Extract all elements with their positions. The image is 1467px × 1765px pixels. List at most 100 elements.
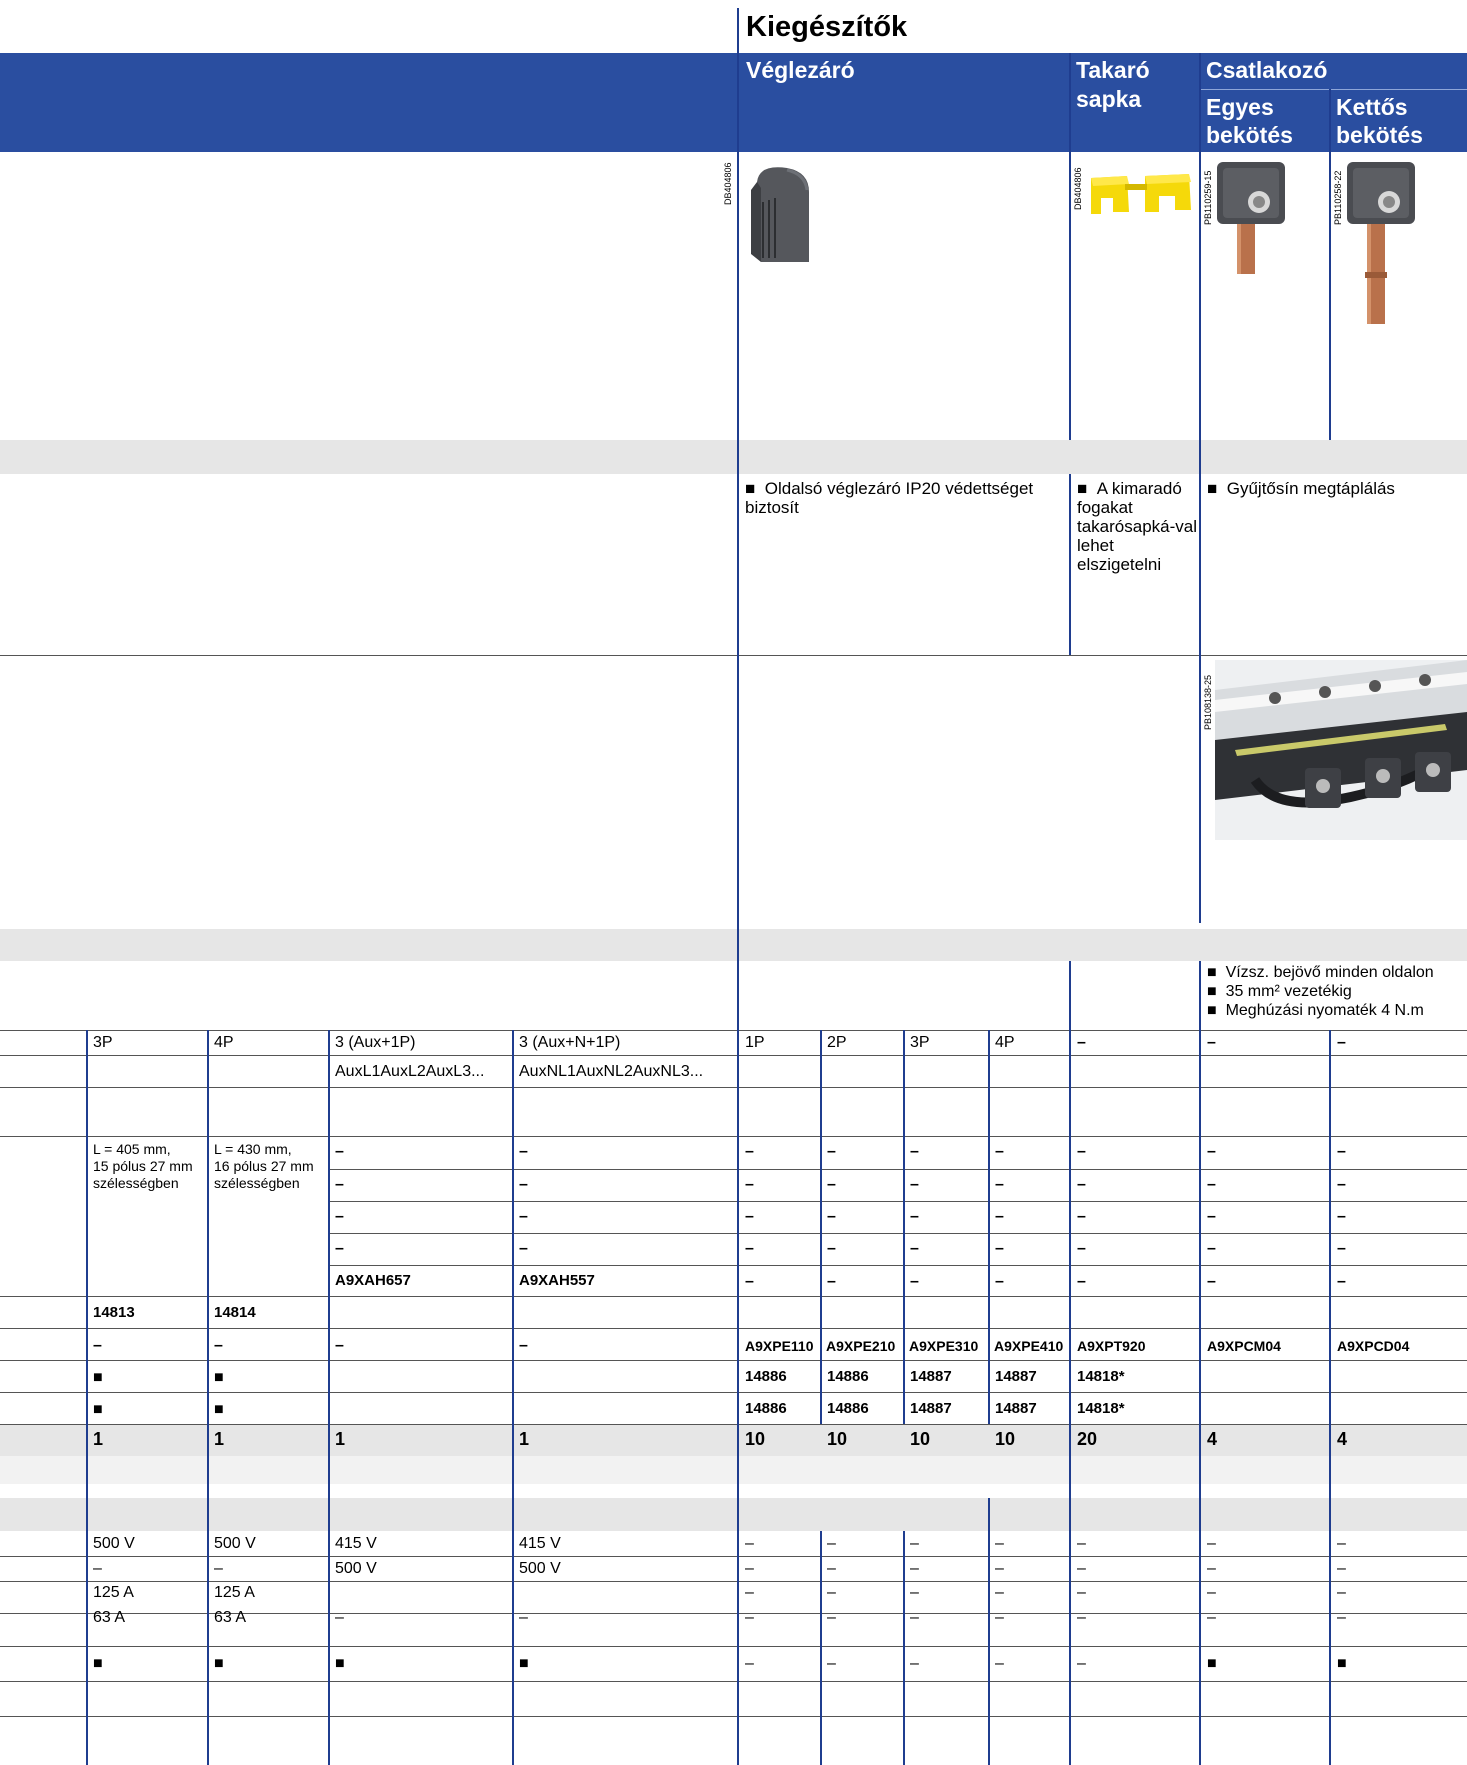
dash: – bbox=[335, 1240, 344, 1257]
dash: – bbox=[1337, 1208, 1346, 1225]
single-connector-image bbox=[1217, 162, 1285, 274]
product-code: A9XPE110 bbox=[745, 1338, 814, 1354]
conn-note-3: ■ Meghúzási nyomaték 4 N.m bbox=[1207, 1002, 1424, 1019]
dash: – bbox=[995, 1273, 1004, 1290]
column-divider bbox=[1199, 53, 1201, 923]
rule bbox=[328, 1169, 1467, 1170]
dash: – bbox=[1077, 1655, 1086, 1672]
poles-cell: 3P bbox=[910, 1034, 930, 1051]
dash: – bbox=[827, 1655, 836, 1672]
column-divider bbox=[988, 1498, 990, 1765]
dash: – bbox=[1077, 1535, 1086, 1552]
dash: – bbox=[519, 1143, 528, 1160]
column-divider bbox=[1069, 474, 1071, 655]
poles-cell: 4P bbox=[995, 1034, 1015, 1051]
aux-cell: AuxL1AuxL2AuxL3... bbox=[335, 1063, 485, 1080]
dash: – bbox=[1337, 1584, 1346, 1601]
dash: – bbox=[745, 1143, 754, 1160]
dash: – bbox=[745, 1584, 754, 1601]
bullet: ■ bbox=[1207, 479, 1218, 498]
dash: – bbox=[995, 1143, 1004, 1160]
rule bbox=[0, 1328, 1467, 1329]
dash: – bbox=[1207, 1273, 1216, 1290]
column-divider bbox=[1329, 89, 1331, 440]
ref-code: 14886 bbox=[827, 1368, 869, 1385]
dash: – bbox=[519, 1609, 528, 1626]
dash: – bbox=[910, 1560, 919, 1577]
dash: – bbox=[1207, 1560, 1216, 1577]
dash: – bbox=[745, 1535, 754, 1552]
column-divider bbox=[737, 8, 739, 1765]
qty: 10 bbox=[745, 1429, 766, 1449]
voltage: 500 V bbox=[93, 1535, 135, 1552]
qty: 10 bbox=[827, 1429, 848, 1449]
band-5 bbox=[0, 1498, 1467, 1531]
current: 125 A bbox=[214, 1584, 255, 1601]
image-code: PB110258-22 bbox=[1333, 170, 1343, 225]
rule bbox=[328, 1265, 1467, 1266]
image-code: PB110259-15 bbox=[1203, 170, 1213, 225]
dash: – bbox=[995, 1609, 1004, 1626]
description-veglezaro: ■ Oldalsó véglezáró IP20 védettséget biz… bbox=[745, 479, 1034, 517]
ref-code: 14818* bbox=[1077, 1368, 1125, 1385]
voltage: 415 V bbox=[519, 1535, 561, 1552]
dash: – bbox=[1207, 1143, 1216, 1160]
product-code: A9XPCD04 bbox=[1337, 1338, 1410, 1354]
column-divider bbox=[207, 1030, 209, 1765]
qty: 10 bbox=[910, 1429, 931, 1449]
bullet: ■ bbox=[214, 1655, 224, 1672]
dash: – bbox=[1077, 1143, 1086, 1160]
column-divider bbox=[1199, 961, 1201, 1765]
column-divider bbox=[820, 1030, 822, 1424]
rule bbox=[0, 1392, 1467, 1393]
section-title: Kiegészítők bbox=[746, 11, 908, 43]
header-csatlakozo: Csatlakozó bbox=[1206, 57, 1328, 83]
dash: – bbox=[1077, 1176, 1086, 1193]
dash: – bbox=[1337, 1535, 1346, 1552]
voltage: – bbox=[93, 1560, 102, 1577]
rule bbox=[0, 1581, 1467, 1582]
aux-cell: AuxNL1AuxNL2AuxNL3... bbox=[519, 1063, 704, 1080]
dash: – bbox=[995, 1535, 1004, 1552]
column-divider bbox=[903, 1531, 905, 1765]
dash: – bbox=[745, 1176, 754, 1193]
bullet: ■ bbox=[214, 1401, 224, 1418]
voltage: 500 V bbox=[519, 1560, 561, 1577]
dash: – bbox=[745, 1273, 754, 1290]
dash: – bbox=[1337, 1240, 1346, 1257]
dash: – bbox=[995, 1584, 1004, 1601]
dash: – bbox=[1077, 1208, 1086, 1225]
dash: – bbox=[827, 1273, 836, 1290]
dash: – bbox=[910, 1143, 919, 1160]
poles-cell: 1P bbox=[745, 1034, 765, 1051]
bullet: ■ bbox=[519, 1655, 529, 1672]
double-connector-image bbox=[1347, 162, 1415, 324]
dash: – bbox=[745, 1655, 754, 1672]
length-desc: L = 430 mm, 16 pólus 27 mm szélességben bbox=[214, 1141, 314, 1191]
product-code: A9XPE210 bbox=[826, 1338, 896, 1354]
column-divider bbox=[1329, 1030, 1331, 1765]
ref-code: 14886 bbox=[745, 1400, 787, 1417]
poles-cell: 4P bbox=[214, 1034, 234, 1051]
product-code: A9XAH557 bbox=[519, 1272, 595, 1289]
rule bbox=[0, 1681, 1467, 1682]
dash: – bbox=[827, 1560, 836, 1577]
dash: – bbox=[910, 1240, 919, 1257]
dash: – bbox=[335, 1337, 344, 1354]
current: 63 A bbox=[93, 1609, 126, 1626]
rule bbox=[0, 1296, 1467, 1297]
dash: – bbox=[745, 1609, 754, 1626]
qty: 4 bbox=[1207, 1429, 1218, 1449]
header-veglezaro: Véglezáró bbox=[746, 57, 855, 83]
dash: – bbox=[519, 1176, 528, 1193]
bullet: ■ bbox=[93, 1401, 103, 1418]
column-divider bbox=[86, 1030, 88, 1765]
product-code: A9XPCM04 bbox=[1207, 1338, 1281, 1354]
bullet: ■ bbox=[214, 1369, 224, 1386]
product-code: 14813 bbox=[93, 1304, 135, 1321]
bullet: ■ bbox=[335, 1655, 345, 1672]
bullet: ■ bbox=[93, 1369, 103, 1386]
column-divider bbox=[512, 1030, 514, 1765]
dash: – bbox=[910, 1208, 919, 1225]
dash: – bbox=[910, 1584, 919, 1601]
